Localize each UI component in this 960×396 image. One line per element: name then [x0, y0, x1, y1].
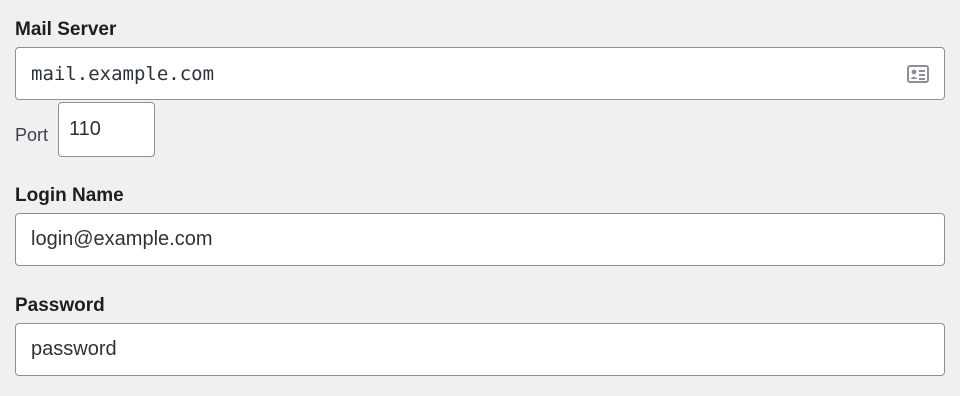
mail-server-input[interactable]	[31, 62, 899, 85]
mail-server-field-box[interactable]	[15, 47, 945, 100]
password-input[interactable]	[31, 338, 929, 361]
port-label: Port	[15, 125, 49, 145]
login-name-input[interactable]	[31, 228, 929, 251]
contact-card-icon[interactable]	[907, 64, 929, 83]
password-field-box[interactable]	[15, 323, 945, 376]
mail-server-label: Mail Server	[15, 19, 117, 40]
login-name-label: Login Name	[15, 185, 124, 206]
password-label: Password	[15, 295, 105, 316]
port-field-box[interactable]	[58, 102, 155, 157]
port-input[interactable]	[69, 118, 144, 141]
login-name-field-box[interactable]	[15, 213, 945, 266]
